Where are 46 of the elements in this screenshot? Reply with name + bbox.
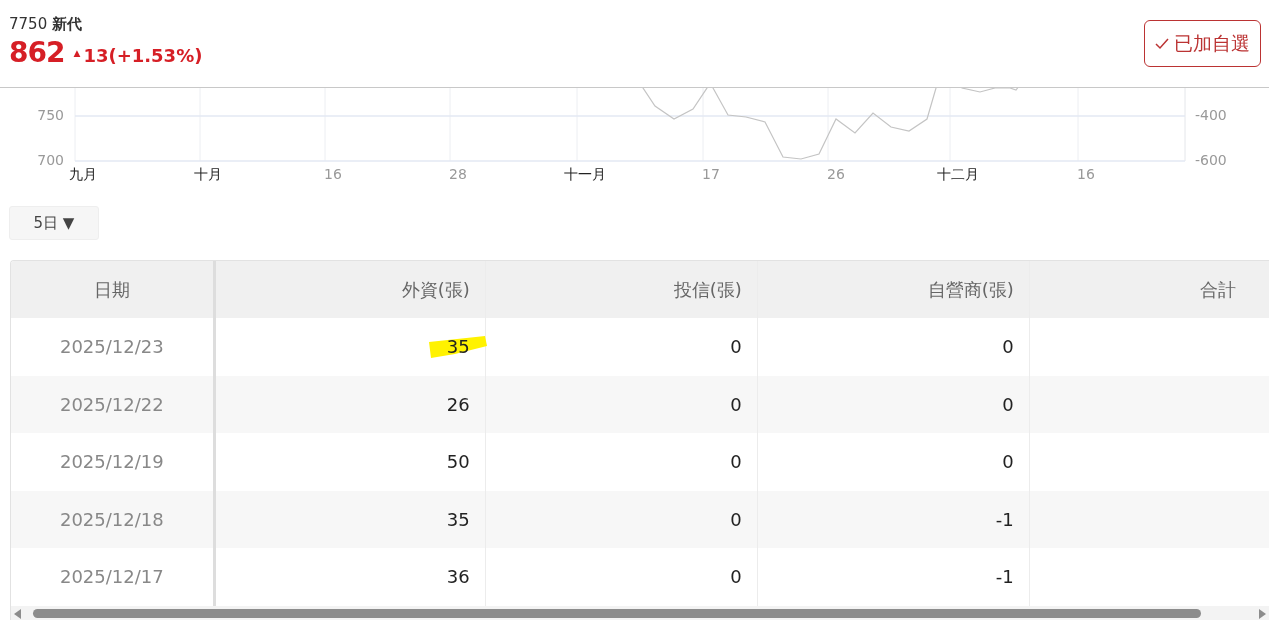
table-cell: 0 xyxy=(757,318,1030,376)
table-cell: 0 xyxy=(485,548,758,606)
table-cell: 0 xyxy=(485,375,758,433)
axis-label: 十一月 xyxy=(564,166,606,182)
axis-label: -600 xyxy=(1195,152,1227,168)
table-cell: 35 xyxy=(215,490,486,548)
column-header: 投信(張) xyxy=(485,261,758,318)
table-cell: 2025/12/22 xyxy=(11,375,216,433)
axis-label: 十二月 xyxy=(937,166,979,182)
table-cell: 0 xyxy=(485,433,758,491)
stock-price: 862 xyxy=(9,36,65,69)
axis-label: 16 xyxy=(324,166,342,182)
table-cell: -1 xyxy=(757,548,1030,606)
table-cell: 50 xyxy=(215,433,486,491)
scroll-right-icon[interactable] xyxy=(1259,608,1266,619)
axis-label: -400 xyxy=(1195,107,1227,123)
axis-label: 750 xyxy=(37,107,64,123)
up-arrow-icon: ▲ xyxy=(73,48,81,58)
table-cell: 2025/12/18 xyxy=(11,490,216,548)
horizontal-scrollbar[interactable] xyxy=(11,605,1269,620)
column-header: 日期 xyxy=(11,261,216,318)
table-cell: 0 xyxy=(485,318,758,376)
scroll-left-icon[interactable] xyxy=(14,608,21,619)
table-cell: -1 xyxy=(757,490,1030,548)
table-cell: 36 xyxy=(215,548,486,606)
table-cell: 0 xyxy=(757,433,1030,491)
table-cell: 26 xyxy=(215,375,486,433)
scrollbar-thumb[interactable] xyxy=(33,608,1201,618)
axis-label: 17 xyxy=(702,166,720,182)
column-header: 合計 xyxy=(1198,277,1237,302)
axis-label: 16 xyxy=(1077,166,1095,182)
price-change: 13(+1.53%) xyxy=(83,45,203,66)
period-dropdown[interactable]: 5日 ▼ xyxy=(9,206,99,240)
stock-code: 7750 xyxy=(9,15,48,33)
watchlist-button[interactable]: 已加自選 xyxy=(1144,20,1261,67)
column-header: 自營商(張) xyxy=(757,261,1030,318)
column-header: 外資(張) xyxy=(215,261,486,318)
axis-label: 26 xyxy=(827,166,845,182)
axis-label: 28 xyxy=(449,166,467,182)
table-cell: 0 xyxy=(485,490,758,548)
axis-label: 九月 xyxy=(69,166,97,182)
stock-name: 新代 xyxy=(52,15,83,33)
axis-label: 700 xyxy=(37,152,64,168)
axis-label: 十月 xyxy=(194,166,222,182)
table-cell: 35 xyxy=(215,318,486,376)
table-cell: 0 xyxy=(757,375,1030,433)
